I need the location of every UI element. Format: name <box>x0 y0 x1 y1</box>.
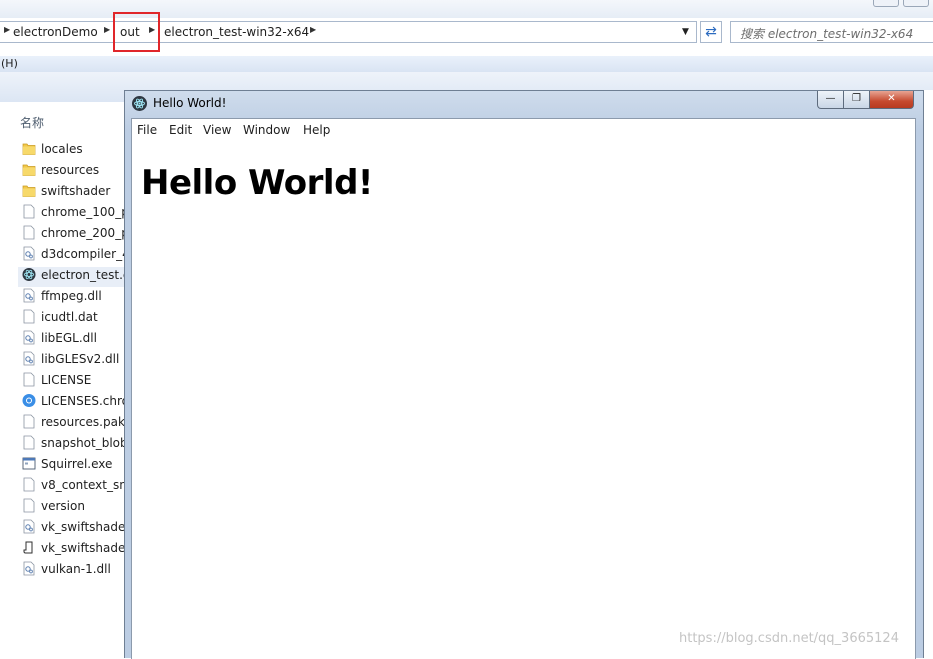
explorer-right-edge <box>924 90 933 658</box>
file-icon <box>22 309 36 324</box>
refresh-icon[interactable]: ⇄ <box>700 21 722 43</box>
file-list-item[interactable]: electron_test.e <box>18 267 128 287</box>
file-name: resources <box>41 163 100 177</box>
file-name: icudtl.dat <box>41 310 98 324</box>
folder-icon <box>22 141 36 156</box>
window-controls: — ❐ ✕ <box>817 91 917 109</box>
app-menubar: File Edit View Window Help <box>132 119 915 143</box>
menu-window[interactable]: Window <box>243 123 290 137</box>
file-list-item[interactable]: vk_swiftshader <box>22 519 132 539</box>
file-icon <box>22 498 36 513</box>
file-list-item[interactable]: icudtl.dat <box>22 309 132 329</box>
file-name: libEGL.dll <box>41 331 97 345</box>
menu-file[interactable]: File <box>137 123 157 137</box>
file-list-item[interactable]: swiftshader <box>22 183 132 203</box>
menu-help[interactable]: Help <box>303 123 330 137</box>
file-list-item[interactable]: ffmpeg.dll <box>22 288 132 308</box>
address-dropdown-icon[interactable]: ▼ <box>682 27 689 37</box>
electron-app-icon <box>132 96 147 111</box>
explorer-maximize-button[interactable] <box>903 0 929 7</box>
file-name: version <box>41 499 85 513</box>
file-name: swiftshader <box>41 184 111 198</box>
electron-app-icon <box>22 267 36 282</box>
explorer-menubar: (H) <box>0 56 933 72</box>
file-list-item[interactable]: version <box>22 498 132 518</box>
menu-help-fragment[interactable]: (H) <box>1 57 18 70</box>
file-list-item[interactable]: chrome_200_p <box>22 225 132 245</box>
file-list-item[interactable]: libEGL.dll <box>22 330 132 350</box>
file-list-item[interactable]: chrome_100_p <box>22 204 132 224</box>
file-list-panel: 名称 locales resources swiftshader chrome_100… <box>0 102 132 658</box>
file-icon <box>22 372 36 387</box>
file-name: LICENSES.chro <box>41 394 130 408</box>
folder-icon <box>22 162 36 177</box>
file-name: vulkan-1.dll <box>41 562 111 576</box>
breadcrumb-arrow-icon[interactable]: ▶ <box>104 25 110 34</box>
dll-icon <box>22 330 36 345</box>
file-name: LICENSE <box>41 373 92 387</box>
menu-edit[interactable]: Edit <box>169 123 192 137</box>
file-name: resources.pak <box>41 415 125 429</box>
explorer-minimize-button[interactable] <box>873 0 899 7</box>
file-list-item[interactable]: Squirrel.exe <box>22 456 132 476</box>
file-list-item[interactable]: libGLESv2.dll <box>22 351 132 371</box>
file-name: chrome_100_p <box>41 205 129 219</box>
explorer-top-strip <box>0 0 933 18</box>
file-list-item[interactable]: vulkan-1.dll <box>22 561 132 581</box>
dll-icon <box>22 561 36 576</box>
file-name: electron_test.e <box>41 268 128 282</box>
file-name: vk_swiftshader <box>41 541 131 555</box>
file-icon <box>22 414 36 429</box>
file-name: Squirrel.exe <box>41 457 113 471</box>
app-client-area: File Edit View Window Help Hello World! <box>131 118 916 659</box>
breadcrumb-root-arrow-icon[interactable]: ▶ <box>4 25 10 34</box>
file-icon <box>22 225 36 240</box>
json-icon <box>22 540 36 555</box>
file-list-item[interactable]: v8_context_sna <box>22 477 132 497</box>
file-list-item[interactable]: LICENSES.chro <box>22 393 132 413</box>
folder-icon <box>22 183 36 198</box>
file-name: d3dcompiler_4 <box>41 247 130 261</box>
breadcrumb-item[interactable]: out <box>120 25 140 39</box>
minimize-button[interactable]: — <box>817 91 844 109</box>
maximize-button[interactable]: ❐ <box>843 91 870 109</box>
file-list-item[interactable]: vk_swiftshader <box>22 540 132 560</box>
search-input[interactable]: 搜索 electron_test-win32-x64 <box>730 21 933 43</box>
watermark: https://blog.csdn.net/qq_3665124 <box>679 631 899 646</box>
file-name: ffmpeg.dll <box>41 289 102 303</box>
file-list-item[interactable]: locales <box>22 141 132 161</box>
file-icon <box>22 477 36 492</box>
file-list-item[interactable]: snapshot_blob <box>22 435 132 455</box>
breadcrumb-item[interactable]: electronDemo <box>13 25 98 39</box>
address-bar[interactable]: ▶ electronDemo ▶ out ▶ electron_test-win… <box>0 21 697 43</box>
file-name: chrome_200_p <box>41 226 129 240</box>
file-name: locales <box>41 142 83 156</box>
dll-icon <box>22 351 36 366</box>
exe-icon <box>22 456 36 471</box>
breadcrumb-arrow-icon[interactable]: ▶ <box>149 25 155 34</box>
file-name: libGLESv2.dll <box>41 352 120 366</box>
column-header-name[interactable]: 名称 <box>20 114 44 131</box>
app-window-title: Hello World! <box>153 96 227 110</box>
file-name: snapshot_blob <box>41 436 128 450</box>
dll-icon <box>22 246 36 261</box>
file-list-item[interactable]: d3dcompiler_4 <box>22 246 132 266</box>
dll-icon <box>22 519 36 534</box>
page-heading: Hello World! <box>141 163 373 203</box>
breadcrumb-item[interactable]: electron_test-win32-x64 <box>164 25 309 39</box>
file-icon <box>22 204 36 219</box>
file-icon <box>22 435 36 450</box>
file-list-item[interactable]: resources <box>22 162 132 182</box>
breadcrumb-arrow-icon[interactable]: ▶ <box>310 25 316 34</box>
file-list-item[interactable]: resources.pak <box>22 414 132 434</box>
file-name: v8_context_sna <box>41 478 132 492</box>
file-name: vk_swiftshader <box>41 520 131 534</box>
file-list-item[interactable]: LICENSE <box>22 372 132 392</box>
app-window: Hello World! — ❐ ✕ File Edit View Window… <box>124 90 924 659</box>
menu-view[interactable]: View <box>203 123 231 137</box>
chrome-doc-icon <box>22 393 36 408</box>
dll-icon <box>22 288 36 303</box>
close-button[interactable]: ✕ <box>869 91 914 109</box>
